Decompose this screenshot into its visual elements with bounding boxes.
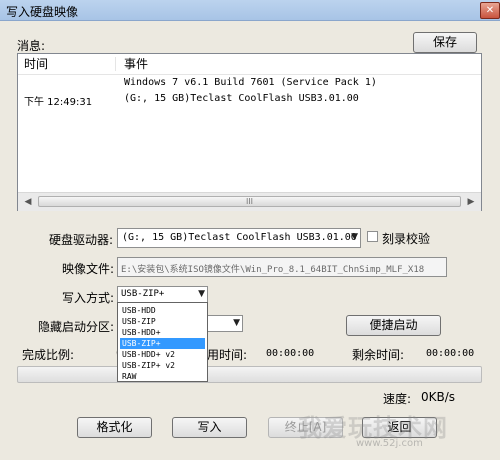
- scroll-left-icon[interactable]: ◀: [20, 194, 36, 210]
- write-method-value: USB-ZIP+: [121, 289, 165, 299]
- verify-label[interactable]: 刻录校验: [382, 230, 430, 247]
- remaining-value: 00:00:00: [426, 348, 475, 359]
- image-file-path: E:\安装包\系统ISO镜像文件\Win_Pro_8.1_64BIT_ChnSi…: [121, 265, 425, 275]
- column-header-time[interactable]: 时间: [24, 54, 48, 74]
- dropdown-option-selected[interactable]: USB-ZIP+: [120, 338, 205, 349]
- elapsed-label: 用时间:: [207, 348, 248, 362]
- dropdown-option[interactable]: USB-HDD: [120, 305, 205, 316]
- elapsed-value: 00:00:00: [266, 348, 315, 359]
- image-file-label: 映像文件:: [62, 262, 115, 276]
- write-method-dropdown-list[interactable]: USB-HDD USB-ZIP USB-HDD+ USB-ZIP+ USB-HD…: [117, 302, 208, 382]
- save-button[interactable]: 保存: [413, 32, 477, 53]
- dropdown-option[interactable]: USB-HDD+: [120, 327, 205, 338]
- table-row[interactable]: 下午 12:49:31 (G:, 15 GB)Teclast CoolFlash…: [18, 92, 481, 108]
- image-file-field[interactable]: E:\安装包\系统ISO镜像文件\Win_Pro_8.1_64BIT_ChnSi…: [117, 257, 447, 277]
- chevron-down-icon: ▼: [198, 289, 205, 299]
- dropdown-option[interactable]: USB-ZIP+ v2: [120, 360, 205, 371]
- complete-label: 完成比例:: [22, 348, 75, 362]
- scroll-grip: III: [245, 197, 254, 206]
- hidden-partition-label: 隐藏启动分区:: [38, 320, 115, 334]
- table-row[interactable]: Windows 7 v6.1 Build 7601 (Service Pack …: [18, 76, 481, 90]
- site-watermark-url: www.52j.com: [356, 438, 423, 449]
- column-separator[interactable]: [115, 57, 116, 71]
- remaining-label: 剩余时间:: [352, 348, 405, 362]
- quick-boot-button[interactable]: 便捷启动: [346, 315, 441, 336]
- chevron-down-icon: ▼: [233, 318, 240, 328]
- drive-select[interactable]: (G:, 15 GB)Teclast CoolFlash USB3.01.00 …: [117, 228, 361, 248]
- format-button[interactable]: 格式化: [77, 417, 152, 438]
- messages-label: 消息:: [17, 39, 46, 53]
- scroll-thumb[interactable]: III: [38, 196, 461, 207]
- write-method-select[interactable]: USB-ZIP+ ▼: [117, 286, 208, 303]
- message-log-list[interactable]: 时间 事件 Windows 7 v6.1 Build 7601 (Service…: [17, 53, 482, 211]
- verify-checkbox[interactable]: [367, 231, 378, 242]
- drive-value: (G:, 15 GB)Teclast CoolFlash USB3.01.00: [122, 232, 357, 243]
- title-bar: 写入硬盘映像 ✕: [0, 0, 500, 21]
- column-header-event[interactable]: 事件: [124, 54, 148, 74]
- dropdown-option[interactable]: USB-ZIP: [120, 316, 205, 327]
- row-event: Windows 7 v6.1 Build 7601 (Service Pack …: [124, 77, 377, 88]
- scroll-right-icon[interactable]: ▶: [463, 194, 479, 210]
- horizontal-scrollbar[interactable]: ◀ III ▶: [18, 192, 481, 211]
- write-method-label: 写入方式:: [62, 291, 115, 305]
- drive-label: 硬盘驱动器:: [49, 233, 114, 247]
- row-event: (G:, 15 GB)Teclast CoolFlash USB3.01.00: [124, 93, 359, 104]
- chevron-down-icon: ▼: [351, 232, 358, 242]
- close-icon[interactable]: ✕: [480, 2, 500, 19]
- write-button[interactable]: 写入: [172, 417, 247, 438]
- header-divider: [18, 74, 481, 75]
- progress-bar: [17, 366, 482, 383]
- row-time: 下午 12:49:31: [24, 97, 93, 108]
- speed-value: 0KB/s: [421, 390, 456, 404]
- dropdown-option[interactable]: USB-HDD+ v2: [120, 349, 205, 360]
- window-title: 写入硬盘映像: [6, 5, 79, 19]
- speed-label: 速度:: [383, 392, 412, 406]
- dropdown-option[interactable]: RAW: [120, 371, 205, 382]
